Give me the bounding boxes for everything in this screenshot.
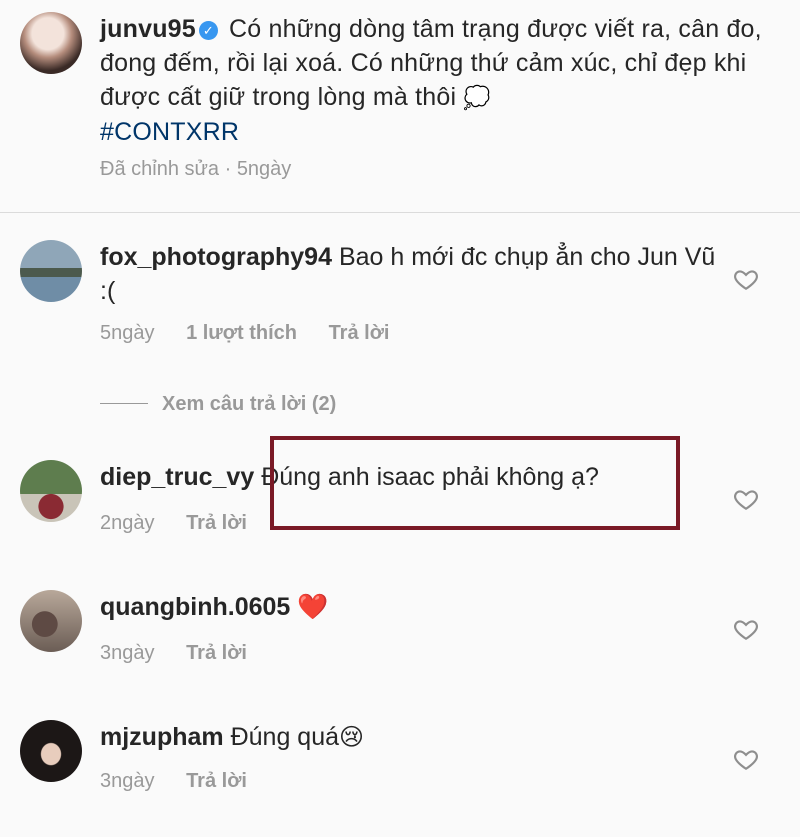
heart-icon[interactable] [733,746,759,772]
comment-meta: 5ngày 1 lượt thích Trả lời [100,322,415,345]
reply-button[interactable]: Trả lời [329,322,390,344]
view-replies-label: Xem câu trả lời (2) [162,393,337,415]
comment-text: quangbinh.0605 ❤️ [100,590,720,624]
avatar[interactable] [20,720,82,782]
reply-button[interactable]: Trả lời [186,512,247,534]
comment-username[interactable]: mjzupham [100,723,224,751]
comment-meta: 3ngày Trả lời [100,642,273,665]
divider [0,212,800,213]
comment-username[interactable]: quangbinh.0605 [100,593,290,621]
avatar[interactable] [20,460,82,522]
meta-separator: · [224,158,232,180]
comment-body: Đúng quá [230,723,340,751]
reply-button[interactable]: Trả lời [186,770,247,792]
comment-username[interactable]: fox_photography94 [100,243,332,271]
likes-count[interactable]: 1 lượt thích [186,322,297,344]
red-heart-icon: ❤️ [297,593,329,621]
comment-time: 3ngày [100,770,155,792]
caption-time: 5ngày [236,158,292,180]
edited-label: Đã chỉnh sửa [100,158,220,180]
verified-badge-icon: ✓ [198,21,218,40]
thought-bubble-icon: 💭 [463,85,491,110]
view-replies-button[interactable]: Xem câu trả lời (2) [100,393,336,416]
comment-time: 5ngày [100,322,155,344]
hashtag-link[interactable]: #CONTXRR [100,118,239,146]
caption-meta: Đã chỉnh sửa · 5ngày [100,158,291,181]
reply-button[interactable]: Trả lời [186,642,247,664]
avatar[interactable] [20,12,82,74]
caption-text: junvu95 ✓ Có những dòng tâm trạng được vi… [100,12,790,149]
post-caption: junvu95 ✓ Có những dòng tâm trạng được vi… [0,0,800,185]
comment-text: fox_photography94 Bao h mới đc chụp ẳn c… [100,240,720,308]
avatar[interactable] [20,240,82,302]
heart-icon[interactable] [733,266,759,292]
comment-username[interactable]: diep_truc_vy [100,463,254,491]
comment-time: 3ngày [100,642,155,664]
highlight-box [270,436,680,530]
crying-face-icon: 😢 [339,724,365,751]
heart-icon[interactable] [733,616,759,642]
replies-line [100,403,148,404]
comment-time: 2ngày [100,512,155,534]
comment-meta: 2ngày Trả lời [100,512,273,535]
comment-text: mjzupham Đúng quá😢 [100,720,720,755]
caption-username[interactable]: junvu95 [100,15,196,43]
comment-meta: 3ngày Trả lời [100,770,273,793]
avatar[interactable] [20,590,82,652]
heart-icon[interactable] [733,486,759,512]
